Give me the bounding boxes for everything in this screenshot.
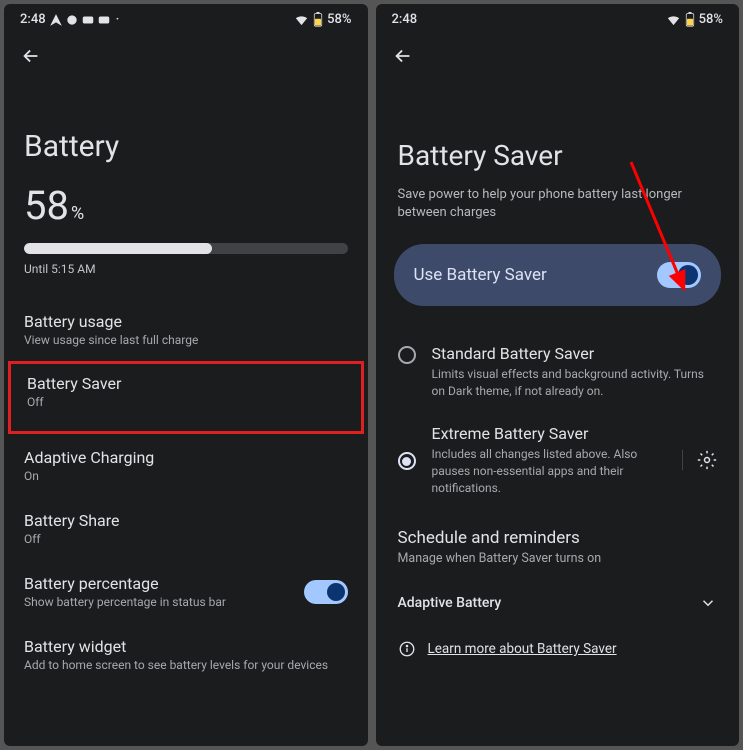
settings-list: Battery usage View usage since last full…: [4, 288, 368, 696]
status-right: 58%: [666, 12, 723, 27]
extreme-settings-button[interactable]: [682, 450, 717, 470]
percent-value: 58: [24, 182, 69, 229]
battery-progress-fill: [24, 243, 212, 254]
battery-percent-large: 58 %: [24, 182, 348, 229]
battery-widget-item[interactable]: Battery widget Add to home screen to see…: [4, 623, 368, 686]
radio-selected-icon: [398, 452, 416, 470]
status-right: 58%: [294, 12, 351, 27]
status-battery-percent: 58%: [699, 12, 723, 27]
chevron-down-icon: [699, 594, 717, 612]
back-button[interactable]: [4, 31, 368, 79]
pill-label: Use Battery Saver: [414, 265, 547, 285]
status-app-icons: [49, 13, 111, 27]
item-title: Battery Saver: [27, 374, 345, 393]
item-sub: View usage since last full charge: [24, 333, 348, 347]
use-battery-saver-toggle[interactable]: [657, 262, 701, 288]
status-left: 2:48 ·: [20, 12, 119, 27]
learn-more-link[interactable]: Learn more about Battery Saver: [428, 641, 617, 657]
radio-title: Extreme Battery Saver: [432, 424, 661, 443]
status-dot: ·: [116, 12, 120, 27]
battery-until-text: Until 5:15 AM: [24, 262, 348, 276]
section-sub: Manage when Battery Saver turns on: [398, 551, 718, 566]
status-time: 2:48: [20, 12, 46, 27]
battery-saver-item-highlighted[interactable]: Battery Saver Off: [8, 361, 364, 434]
item-sub: Off: [24, 532, 348, 546]
battery-progress-bar: [24, 243, 348, 254]
radio-unselected-icon: [398, 346, 416, 364]
status-left: 2:48: [392, 12, 418, 27]
item-sub: Off: [27, 395, 345, 409]
status-bar: 2:48 58%: [376, 4, 740, 31]
phone-left: 2:48 · 58% Battery 58 % Until 5:15 AM: [4, 4, 368, 746]
schedule-reminders-item[interactable]: Schedule and reminders Manage when Batte…: [376, 516, 740, 578]
status-bar: 2:48 · 58%: [4, 4, 368, 31]
page-subtitle: Save power to help your phone battery la…: [376, 186, 740, 244]
wifi-icon: [666, 12, 681, 27]
phone-right: 2:48 58% Battery Saver Save power to hel…: [376, 4, 740, 746]
battery-share-item[interactable]: Battery Share Off: [4, 497, 368, 560]
item-title: Adaptive Charging: [24, 448, 348, 467]
adaptive-charging-item[interactable]: Adaptive Charging On: [4, 434, 368, 497]
item-title: Battery usage: [24, 312, 348, 331]
section-title: Schedule and reminders: [398, 528, 718, 548]
extreme-battery-saver-radio[interactable]: Extreme Battery Saver Includes all chang…: [376, 412, 740, 508]
adaptive-battery-item[interactable]: Adaptive Battery: [376, 578, 740, 628]
battery-percentage-item[interactable]: Battery percentage Show battery percenta…: [4, 560, 368, 623]
battery-usage-item[interactable]: Battery usage View usage since last full…: [4, 298, 368, 361]
info-icon: [398, 640, 416, 658]
battery-percentage-block: 58 % Until 5:15 AM: [4, 182, 368, 288]
item-sub: Show battery percentage in status bar: [24, 595, 304, 609]
status-time: 2:48: [392, 12, 418, 27]
radio-sub: Includes all changes listed above. Also …: [432, 446, 661, 496]
item-title: Battery widget: [24, 637, 348, 656]
battery-percentage-toggle[interactable]: [304, 580, 348, 604]
percent-sign: %: [71, 203, 84, 224]
item-title: Battery percentage: [24, 574, 304, 593]
page-title: Battery Saver: [376, 79, 740, 186]
item-title: Battery Share: [24, 511, 348, 530]
arrow-left-icon: [392, 45, 414, 67]
item-sub: On: [24, 469, 348, 483]
battery-icon: [685, 12, 695, 27]
back-button[interactable]: [376, 31, 740, 79]
wifi-icon: [294, 12, 309, 27]
page-title: Battery: [4, 79, 368, 182]
item-sub: Add to home screen to see battery levels…: [24, 658, 348, 672]
radio-sub: Limits visual effects and background act…: [432, 366, 718, 400]
battery-icon: [313, 12, 323, 27]
use-battery-saver-pill[interactable]: Use Battery Saver: [394, 244, 722, 306]
arrow-left-icon: [20, 45, 42, 67]
learn-more-row[interactable]: Learn more about Battery Saver: [376, 628, 740, 670]
standard-battery-saver-radio[interactable]: Standard Battery Saver Limits visual eff…: [376, 332, 740, 412]
radio-title: Standard Battery Saver: [432, 344, 718, 363]
adaptive-battery-label: Adaptive Battery: [398, 595, 502, 611]
status-battery-percent: 58%: [327, 12, 351, 27]
gear-icon: [697, 450, 717, 470]
